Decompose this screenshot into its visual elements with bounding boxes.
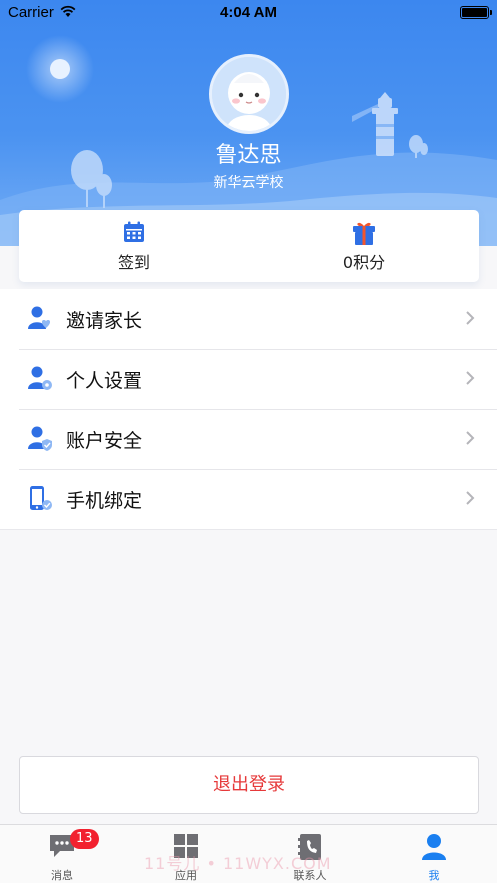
- status-bar: Carrier 4:04 AM: [0, 0, 497, 26]
- menu-label: 个人设置: [66, 370, 143, 392]
- quick-actions-card: 签到 0积分: [19, 210, 479, 282]
- tab-me[interactable]: 我: [372, 825, 496, 883]
- tab-label: 我: [428, 869, 440, 882]
- menu-item-account-security[interactable]: 账户安全: [0, 409, 497, 469]
- gift-icon: [353, 222, 375, 245]
- settings-menu: 邀请家长 个人设置 账户安全 手机绑定: [0, 289, 497, 530]
- me-icon: [422, 834, 446, 860]
- menu-item-personal-settings[interactable]: 个人设置: [0, 349, 497, 409]
- logout-label: 退出登录: [213, 774, 285, 795]
- invite-parent-icon: [28, 306, 51, 329]
- account-security-icon: [28, 426, 52, 451]
- watermark: 11号儿 • 11WYX.COM: [144, 854, 332, 873]
- points-label: 0积分: [342, 253, 386, 272]
- tab-label: 消息: [51, 869, 73, 882]
- check-in-button[interactable]: 签到: [19, 210, 249, 282]
- calendar-icon: [124, 221, 144, 242]
- battery-icon: [460, 6, 492, 19]
- school-name: 新华云学校: [213, 175, 284, 191]
- check-in-label: 签到: [117, 253, 150, 272]
- tab-messages[interactable]: 13 消息: [0, 825, 124, 883]
- chevron-right-icon: [466, 371, 475, 385]
- menu-label: 手机绑定: [66, 490, 143, 512]
- menu-item-invite-parent[interactable]: 邀请家长: [0, 289, 497, 349]
- points-button[interactable]: 0积分: [249, 210, 479, 282]
- chevron-right-icon: [466, 311, 475, 325]
- menu-label: 账户安全: [66, 430, 143, 452]
- menu-label: 邀请家长: [66, 310, 143, 332]
- avatar[interactable]: [209, 54, 289, 134]
- user-name: 鲁达思: [215, 143, 282, 168]
- logout-button[interactable]: 退出登录: [19, 756, 479, 814]
- chevron-right-icon: [466, 431, 475, 445]
- message-count-badge: 13: [70, 829, 99, 849]
- avatar-image: [212, 57, 286, 131]
- menu-item-phone-binding[interactable]: 手机绑定: [0, 469, 497, 529]
- clock: 4:04 AM: [220, 4, 277, 21]
- user-settings-icon: [28, 366, 52, 390]
- chevron-right-icon: [466, 491, 475, 505]
- phone-binding-icon: [30, 486, 52, 510]
